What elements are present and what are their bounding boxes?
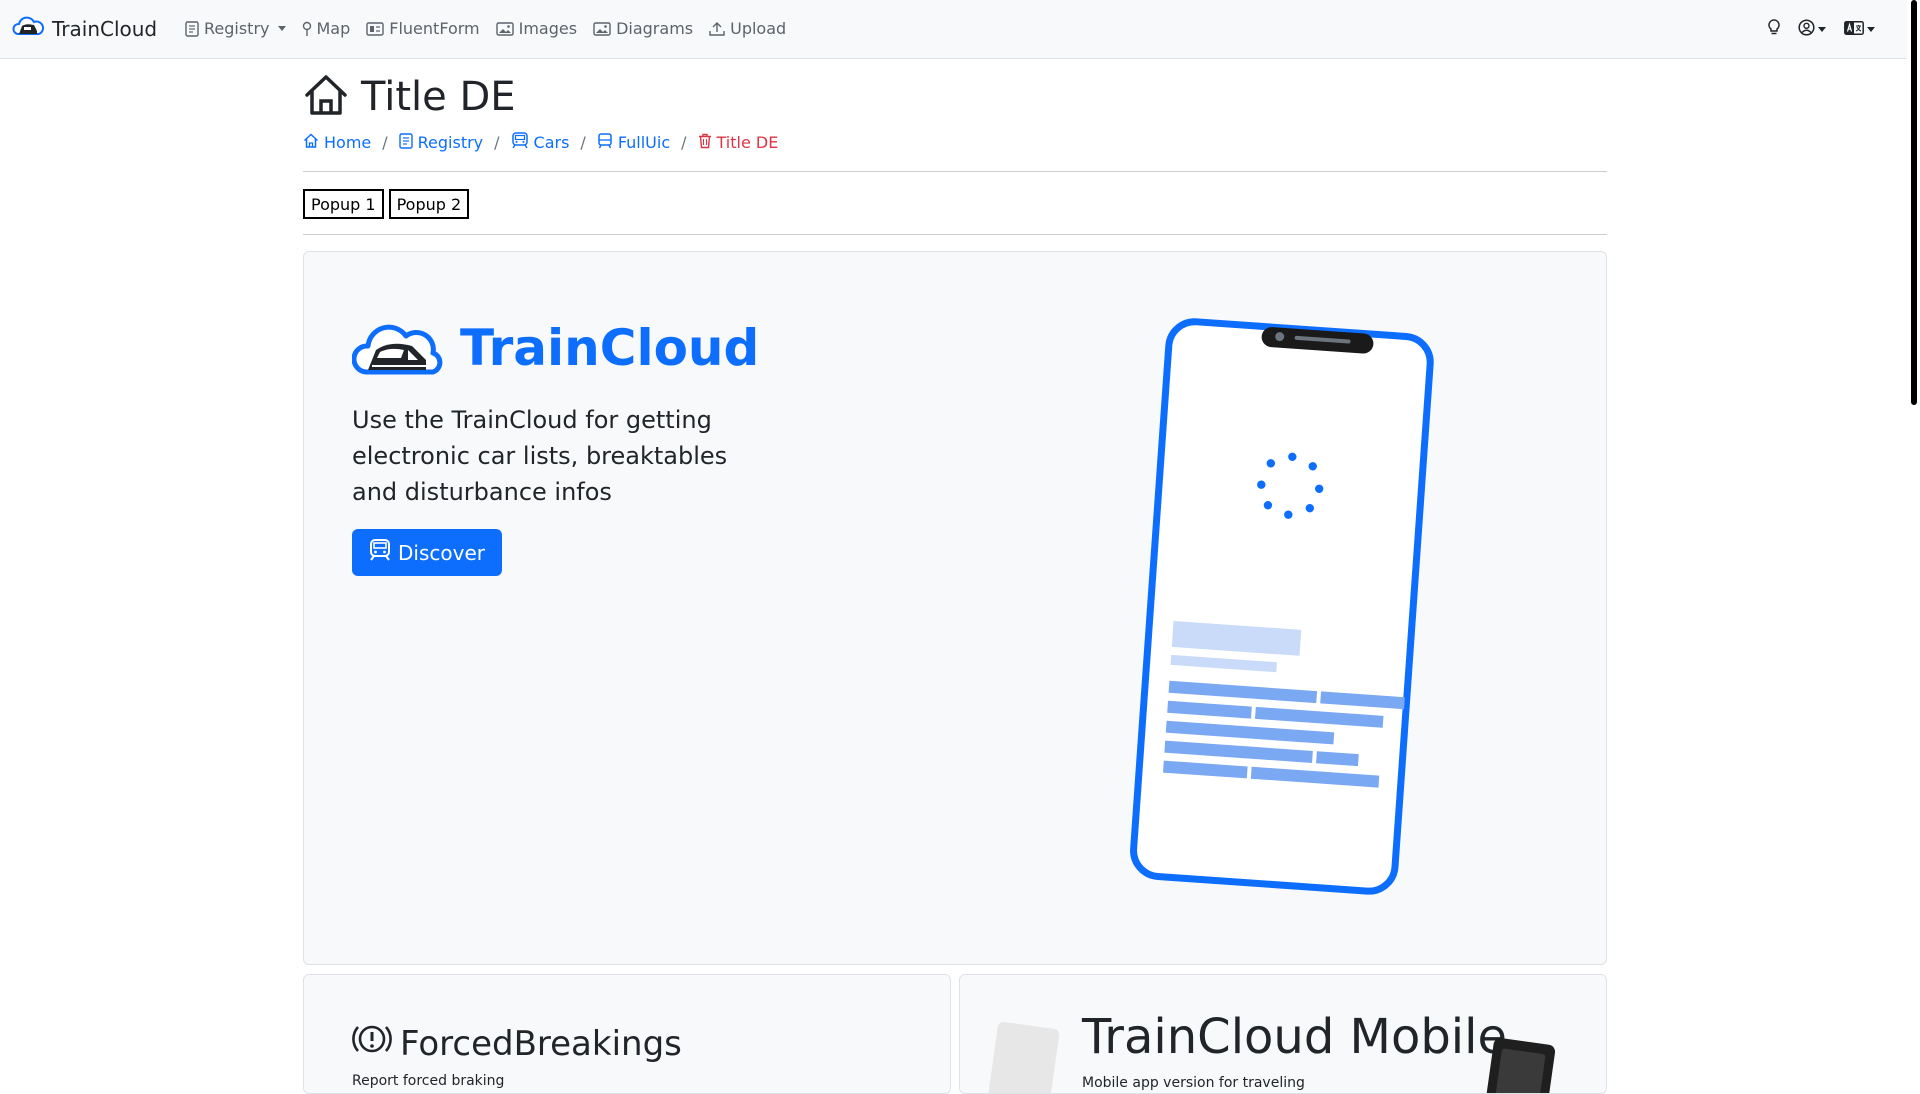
page-title-text: Title DE — [361, 74, 516, 120]
hero-description: Use the TrainCloud for getting electroni… — [352, 406, 728, 506]
navbar-brand[interactable]: TrainCloud — [12, 14, 157, 44]
nav-upload-label: Upload — [730, 19, 787, 38]
top-navbar: TrainCloud Registry Map FluentForm Image… — [0, 0, 1907, 59]
breadcrumb-separator: / — [382, 133, 388, 152]
hero-brand-text: TrainCloud — [460, 319, 760, 377]
popup-buttons: Popup 1 Popup 2 — [303, 189, 470, 219]
forced-breakings-subtitle: Report forced braking — [352, 1073, 505, 1089]
popup-2-button[interactable]: Popup 2 — [388, 189, 470, 219]
phone-illustration — [1071, 309, 1451, 903]
registry-icon — [185, 20, 199, 37]
breadcrumb-home[interactable]: Home — [303, 133, 371, 152]
train-icon — [511, 132, 529, 153]
nav-registry-label: Registry — [204, 19, 270, 38]
trash-icon — [698, 133, 712, 153]
traincloud-logo-icon — [12, 14, 44, 44]
exclamation-octagon-icon — [352, 1023, 392, 1064]
lightbulb-icon — [1768, 19, 1780, 40]
user-menu-button[interactable] — [1798, 19, 1826, 40]
map-pin-icon — [302, 21, 312, 37]
breadcrumb: Home / Registry / Cars / FullUic / Title… — [303, 132, 778, 153]
forced-breakings-title-text: ForcedBreakings — [400, 1023, 682, 1064]
traincloud-logo-icon — [351, 314, 446, 382]
nav-diagrams[interactable]: Diagrams — [593, 19, 693, 38]
image-icon — [495, 21, 514, 36]
breadcrumb-registry[interactable]: Registry — [398, 132, 484, 153]
breadcrumb-cars-label: Cars — [533, 133, 570, 152]
form-icon — [366, 21, 384, 36]
breadcrumb-registry-label: Registry — [417, 133, 484, 152]
divider — [303, 171, 1607, 172]
traincloud-mobile-title: TrainCloud Mobile — [1082, 1009, 1507, 1065]
language-menu-button[interactable] — [1844, 20, 1875, 39]
page-title: Title DE — [303, 74, 516, 120]
breadcrumb-fulluic-label: FullUic — [617, 133, 671, 152]
breadcrumb-cars[interactable]: Cars — [511, 132, 570, 153]
registry-icon — [398, 132, 413, 153]
hero-card: TrainCloud Use the TrainCloud for gettin… — [303, 251, 1607, 965]
nav-diagrams-label: Diagrams — [616, 19, 694, 38]
nav-registry[interactable]: Registry — [185, 19, 286, 38]
home-icon — [303, 133, 319, 152]
phone-illustration — [1482, 1037, 1556, 1093]
nav-map-label: Map — [316, 19, 351, 38]
breadcrumb-separator: / — [580, 133, 586, 152]
breadcrumb-separator: / — [494, 133, 500, 152]
scrollbar-thumb[interactable] — [1911, 0, 1917, 405]
vertical-scrollbar[interactable] — [1907, 0, 1920, 1080]
phone-illustration — [986, 1021, 1060, 1093]
nav-map[interactable]: Map — [302, 19, 351, 38]
discover-button-label: Discover — [398, 540, 485, 565]
chevron-down-icon — [1867, 27, 1875, 32]
chevron-down-icon — [277, 26, 286, 31]
diagram-icon — [593, 21, 611, 36]
breadcrumb-current: Title DE — [698, 133, 779, 153]
train-icon — [368, 538, 392, 567]
language-icon — [1844, 20, 1864, 39]
train-front-icon — [597, 132, 613, 153]
brand-text: TrainCloud — [52, 17, 158, 41]
theme-toggle-button[interactable] — [1768, 19, 1780, 40]
nav-images-label: Images — [518, 19, 578, 38]
divider — [303, 234, 1607, 235]
home-icon — [303, 74, 349, 120]
discover-button[interactable]: Discover — [352, 529, 502, 576]
breadcrumb-current-label: Title DE — [716, 133, 779, 152]
nav-fluentform[interactable]: FluentForm — [366, 19, 480, 38]
nav-upload[interactable]: Upload — [709, 19, 786, 38]
chevron-down-icon — [1818, 27, 1826, 32]
popup-1-button[interactable]: Popup 1 — [303, 189, 384, 219]
upload-icon — [709, 21, 725, 37]
forced-breakings-card[interactable]: ForcedBreakings Report forced braking — [303, 974, 951, 1094]
user-circle-icon — [1798, 19, 1815, 40]
breadcrumb-home-label: Home — [324, 133, 372, 152]
nav-fluentform-label: FluentForm — [389, 19, 480, 38]
traincloud-mobile-subtitle: Mobile app version for traveling — [1082, 1075, 1305, 1091]
traincloud-mobile-card[interactable]: TrainCloud Mobile Mobile app version for… — [959, 974, 1607, 1094]
hero-logo: TrainCloud — [351, 314, 760, 382]
breadcrumb-separator: / — [681, 133, 687, 152]
forced-breakings-title: ForcedBreakings — [352, 1023, 682, 1064]
nav-images[interactable]: Images — [495, 19, 578, 38]
breadcrumb-fulluic[interactable]: FullUic — [597, 132, 671, 153]
